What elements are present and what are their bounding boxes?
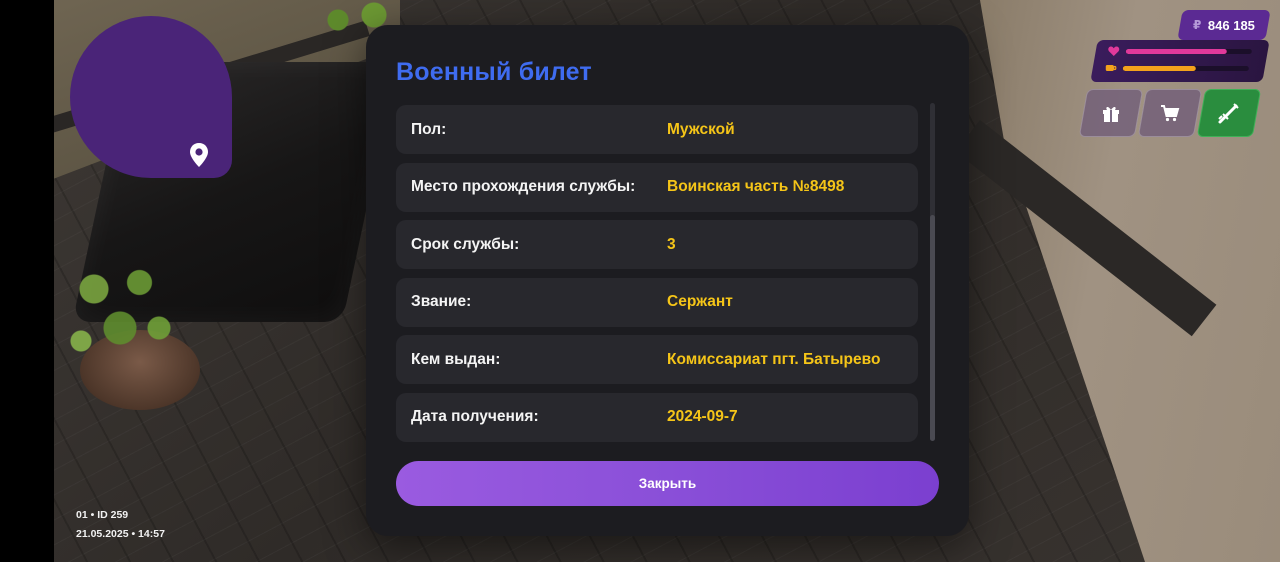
scrollbar[interactable] (930, 103, 935, 441)
health-row (1108, 45, 1252, 57)
weapon-button[interactable] (1196, 89, 1262, 137)
heart-icon (1108, 46, 1120, 56)
row-label: Срок службы: (411, 235, 520, 253)
info-row-issued-by: Кем выдан: Комиссариат пгт. Батырево (396, 335, 918, 384)
row-label: Дата получения: (411, 408, 539, 425)
row-value: Воинская часть №8498 (667, 178, 845, 195)
row-label: Кем выдан: (411, 350, 501, 368)
gift-icon (1103, 106, 1119, 122)
player-stats (1090, 40, 1270, 82)
shop-button[interactable] (1137, 89, 1203, 137)
row-value: 2024-09-7 (667, 408, 738, 425)
screen-notch-bar (0, 0, 54, 562)
gift-button[interactable] (1078, 89, 1144, 137)
health-bar-fill (1125, 48, 1227, 54)
info-row-gender: Пол: Мужской (396, 105, 918, 154)
row-label: Пол: (411, 120, 447, 138)
plant (55, 250, 185, 380)
player-id-text: 01 • ID 259 (76, 509, 129, 521)
food-bar (1122, 65, 1249, 71)
dialog-title: Военный билет (396, 58, 592, 86)
food-row (1105, 62, 1249, 74)
row-value: Мужской (667, 120, 735, 138)
info-row-issue-date: Дата получения: 2024-09-7 (396, 392, 918, 442)
info-row-rank: Звание: Сержант (396, 277, 918, 327)
info-row-service-term: Срок службы: 3 (396, 220, 918, 269)
row-label: Место прохождения службы: (411, 178, 636, 195)
close-button[interactable]: Закрыть (396, 461, 939, 506)
datetime-text: 21.05.2025 • 14:57 (76, 528, 165, 540)
money-display: ₽ 846 185 (1177, 10, 1271, 40)
military-id-dialog: Военный билет Пол: Мужской Место прохожд… (366, 25, 969, 536)
server-info: 01 • ID 259 21.05.2025 • 14:57 (76, 506, 165, 544)
row-value: Комиссариат пгт. Батырево (667, 350, 881, 368)
cart-icon (1161, 105, 1180, 122)
map-pin-icon (190, 143, 208, 167)
health-bar (1125, 48, 1252, 54)
info-row-service-place: Место прохождения службы: Воинская часть… (396, 162, 918, 212)
currency-symbol: ₽ (1193, 18, 1202, 32)
weapon-icon (1218, 103, 1239, 124)
row-value: Сержант (667, 293, 733, 310)
row-label: Звание: (411, 293, 472, 310)
row-value: 3 (667, 235, 676, 253)
cup-icon (1105, 65, 1117, 71)
food-bar-fill (1122, 65, 1196, 71)
scrollbar-thumb[interactable] (930, 215, 935, 441)
money-amount: 846 185 (1207, 17, 1255, 33)
